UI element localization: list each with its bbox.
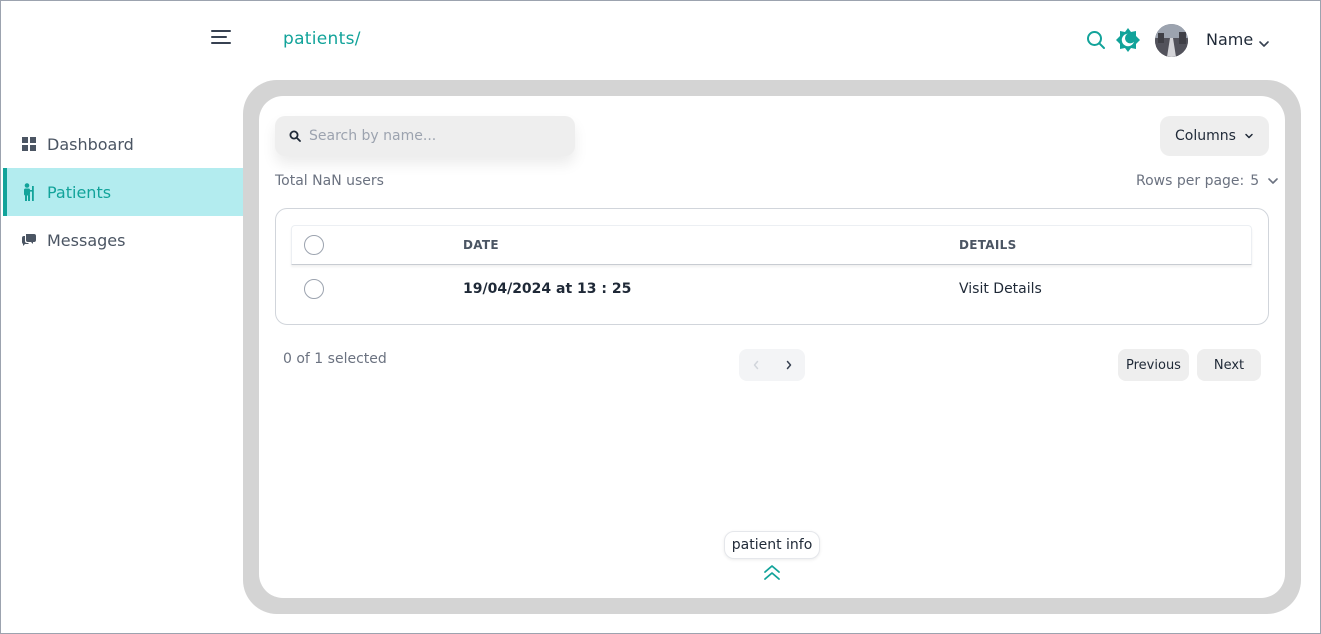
chevron-left-icon (753, 360, 758, 370)
theme-toggle-icon[interactable] (1115, 27, 1141, 53)
selected-count-text: 0 of 1 selected (283, 351, 387, 367)
chevron-right-icon (786, 360, 791, 370)
search-input[interactable] (309, 128, 559, 144)
chevron-down-icon[interactable] (1258, 34, 1270, 47)
column-header-date[interactable]: DATE (463, 238, 499, 252)
sidebar-item-label: Messages (47, 230, 126, 250)
user-name[interactable]: Name (1206, 30, 1253, 49)
search-icon[interactable] (1085, 29, 1107, 51)
select-all-checkbox[interactable] (304, 235, 324, 255)
patient-icon (21, 183, 37, 201)
columns-button[interactable]: Columns (1160, 116, 1269, 156)
breadcrumb[interactable]: patients/ (283, 29, 361, 49)
chevron-down-icon (1245, 133, 1253, 139)
prev-page-button[interactable] (739, 349, 772, 381)
patient-info-button[interactable]: patient info (724, 531, 820, 559)
avatar[interactable] (1155, 24, 1188, 57)
dashboard-grid-icon (21, 136, 37, 152)
previous-button[interactable]: Previous (1118, 349, 1189, 381)
visit-details-link[interactable]: Visit Details (959, 281, 1042, 297)
sidebar-item-label: Dashboard (47, 134, 134, 154)
content-panel (259, 96, 1285, 598)
sidebar-item-messages[interactable]: Messages (3, 216, 243, 264)
menu-icon-line (211, 30, 231, 32)
menu-toggle-button[interactable] (211, 30, 235, 50)
search-icon (289, 130, 301, 142)
menu-icon-line (211, 42, 231, 44)
sidebar-item-patients[interactable]: Patients (3, 168, 243, 216)
table-cell-date: 19/04/2024 at 13 : 25 (463, 281, 632, 297)
rows-per-page-value: 5 (1250, 173, 1260, 189)
chevron-down-icon (1268, 178, 1278, 184)
next-page-arrow-button[interactable] (772, 349, 805, 381)
double-chevron-up-icon[interactable] (761, 563, 783, 583)
total-users-text: Total NaN users (275, 173, 384, 189)
menu-icon-line (211, 36, 227, 38)
sidebar-item-label: Patients (47, 182, 112, 202)
row-checkbox[interactable] (304, 279, 324, 299)
search-field[interactable] (275, 116, 575, 156)
rows-per-page-select[interactable]: Rows per page: 5 (1136, 173, 1279, 189)
table-header (291, 225, 1252, 265)
sidebar-item-dashboard[interactable]: Dashboard (3, 120, 243, 168)
rows-per-page-label: Rows per page: (1136, 173, 1245, 189)
next-button[interactable]: Next (1197, 349, 1261, 381)
chat-icon (21, 232, 37, 248)
columns-label: Columns (1175, 128, 1236, 144)
pagination-arrows (739, 349, 805, 381)
column-header-details[interactable]: DETAILS (959, 238, 1017, 252)
